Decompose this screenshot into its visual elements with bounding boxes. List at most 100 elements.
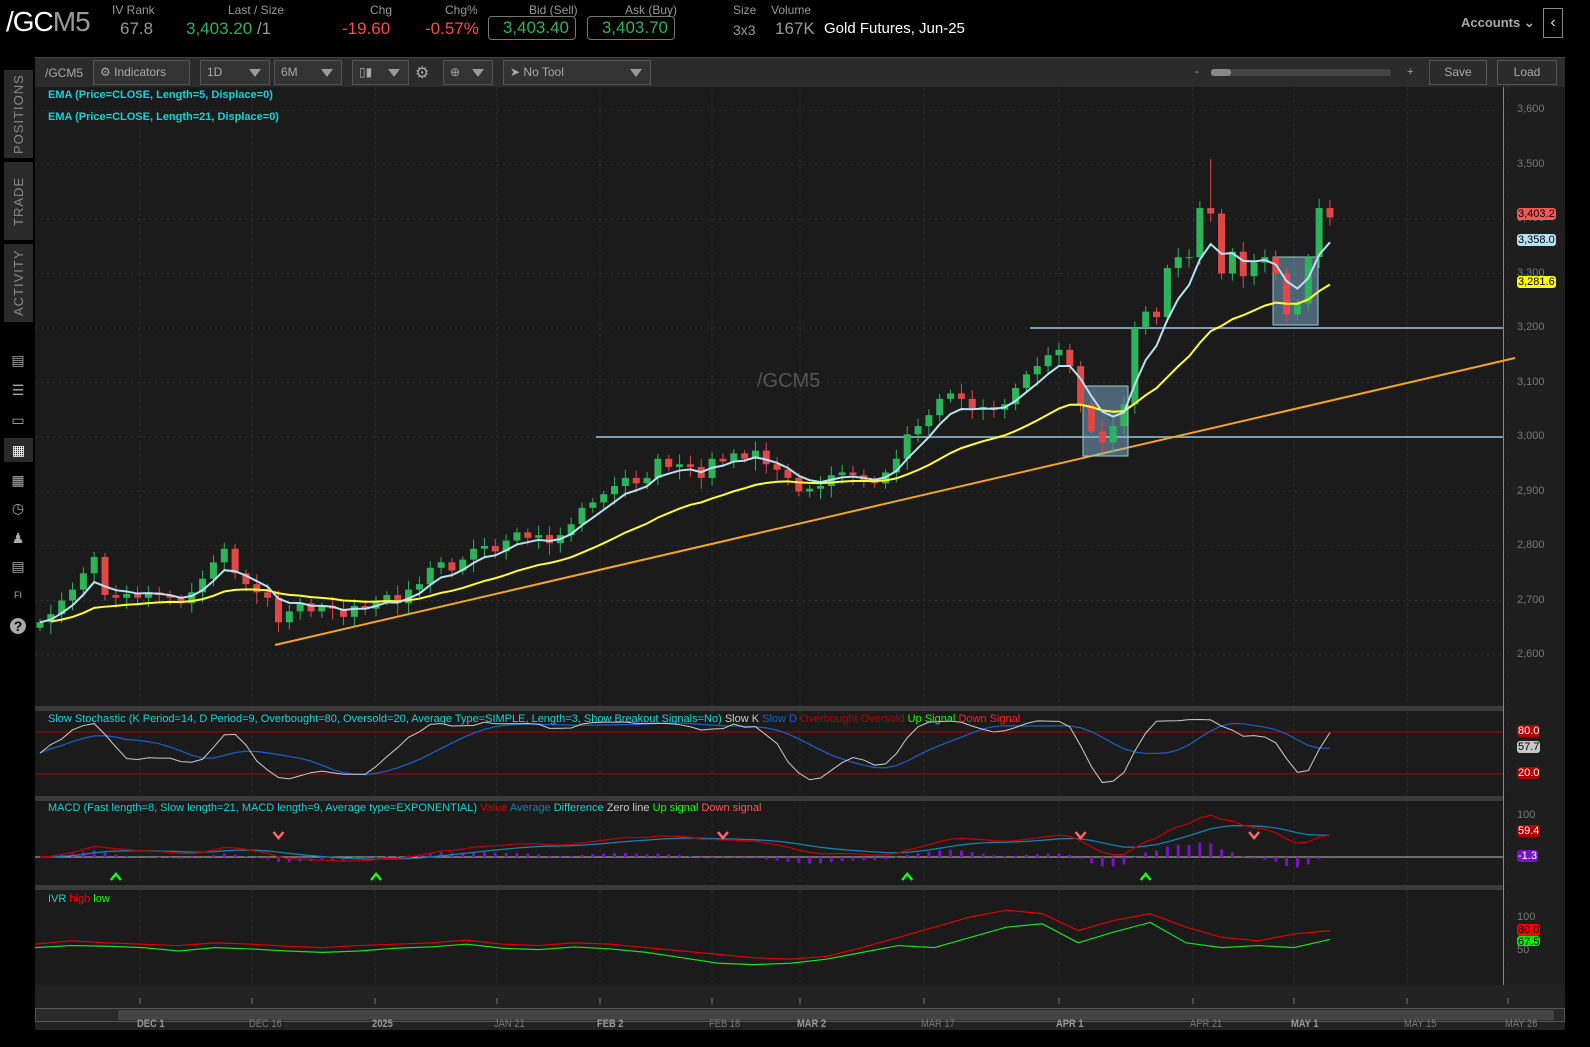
candle-body [1174, 257, 1182, 269]
candle-body [209, 562, 217, 579]
candle-body [1033, 366, 1041, 375]
ivr-legend: IVR high low [48, 893, 110, 905]
macd-down-signal-icon [1248, 831, 1261, 840]
candle-body [220, 548, 228, 563]
candle-body [914, 426, 922, 435]
candle-body [925, 415, 933, 427]
candle-body [665, 458, 673, 467]
candle-body [936, 398, 944, 416]
price-tick: 3,600 [1517, 103, 1545, 115]
candle-body [730, 453, 738, 462]
candle-body [470, 548, 478, 560]
candle-body [611, 486, 619, 495]
candle-body [101, 556, 109, 596]
stochastic-legend: Slow Stochastic (K Period=14, D Period=9… [48, 713, 1021, 725]
candle-body [1055, 349, 1063, 356]
macd-down-signal-icon [1074, 831, 1087, 840]
candle-body [806, 488, 814, 492]
candle-body [112, 595, 120, 598]
candle-body [350, 605, 358, 617]
candle-body [1109, 426, 1117, 443]
candle-body [79, 573, 87, 590]
price-tick: 2,700 [1517, 593, 1545, 606]
macd-diff-tag: -1.3 [1517, 850, 1538, 862]
candle-body [686, 464, 694, 467]
stoch-k-tag: 57.7 [1517, 741, 1541, 753]
macd-down-signal-icon [272, 831, 285, 840]
chart-canvas [34, 87, 1516, 1004]
candle-body [1044, 355, 1052, 367]
stoch-oversold-tag: 20.0 [1517, 767, 1541, 779]
candle-body [1022, 374, 1030, 388]
candle-body [719, 458, 727, 462]
macd-up-signal-icon [901, 872, 914, 881]
candle-body [1218, 213, 1226, 274]
macd-up-signal-icon [1139, 872, 1152, 881]
candle-body [838, 472, 846, 476]
candle-body [947, 393, 955, 399]
candle-body [795, 477, 803, 492]
candle-body [741, 453, 749, 459]
candle-body [578, 507, 586, 525]
candle-body [480, 546, 488, 549]
candle-body [1207, 208, 1215, 214]
macd-value-tag: 59.4 [1517, 825, 1541, 837]
candle-body [545, 535, 553, 544]
ivr-axis-tick: 100 [1517, 911, 1536, 923]
candle-body [1293, 303, 1301, 315]
macd-up-signal-icon [109, 872, 122, 881]
candle-body [36, 622, 44, 628]
price-tick: 3,500 [1517, 157, 1545, 170]
macd-down-signal-icon [716, 831, 729, 840]
candle-body [816, 486, 824, 489]
time-tick: DEC 16 [249, 1018, 282, 1030]
candle-body [448, 562, 456, 571]
candle-body [1196, 208, 1204, 258]
price-tick: 3,100 [1517, 375, 1545, 388]
candle-body [1239, 251, 1247, 277]
candle-body [264, 592, 272, 598]
candle-body [643, 477, 651, 484]
price-tick: 3,000 [1517, 430, 1545, 442]
price-tick: 2,800 [1517, 539, 1545, 551]
candle-body [600, 494, 608, 503]
time-tick: MAY 26 [1505, 1018, 1538, 1030]
candle-body [676, 464, 684, 467]
candle-body [437, 562, 445, 568]
price-tick: 2,600 [1517, 648, 1545, 660]
candle-body [589, 502, 597, 508]
candle-body [524, 532, 532, 538]
macd-up-signal-icon [370, 872, 383, 881]
stoch-overbought-tag: 80.0 [1517, 725, 1541, 737]
last-price-tag: 3,403.2 [1517, 208, 1556, 220]
candle-body [535, 535, 543, 538]
candle-body [285, 611, 293, 623]
time-tick: MAR 2 [797, 1018, 827, 1030]
candle-body [415, 584, 423, 590]
candle-body [1326, 208, 1334, 218]
candle-body [123, 593, 131, 598]
ivr-high-tag: 80.0 [1517, 924, 1541, 936]
time-tick: MAY 1 [1291, 1018, 1319, 1030]
candle-body [69, 589, 77, 601]
symbol-watermark: /GCM5 [757, 370, 821, 392]
candle-body [90, 556, 98, 574]
time-tick: JAN 21 [494, 1018, 525, 1030]
time-tick: MAY 15 [1404, 1018, 1437, 1030]
candle-body [253, 584, 261, 593]
candle-body [762, 450, 770, 465]
candle-body [632, 477, 640, 484]
time-tick: FEB 2 [597, 1018, 624, 1030]
candle-body [1163, 268, 1171, 318]
candle-body [1153, 311, 1161, 318]
time-tick: FEB 18 [709, 1018, 741, 1030]
trendline [274, 357, 1516, 646]
candle-body [621, 477, 629, 487]
ivr-low-tag: 67.5 [1517, 936, 1541, 946]
time-tick: MAR 17 [921, 1018, 955, 1030]
ivr-high-line [34, 909, 1331, 960]
macd-legend: MACD (Fast length=8, Slow length=21, MAC… [48, 802, 762, 814]
time-tick: APR 1 [1056, 1018, 1084, 1030]
candle-body [654, 458, 662, 478]
ema21-legend: EMA (Price=CLOSE, Length=21, Displace=0) [48, 111, 279, 123]
